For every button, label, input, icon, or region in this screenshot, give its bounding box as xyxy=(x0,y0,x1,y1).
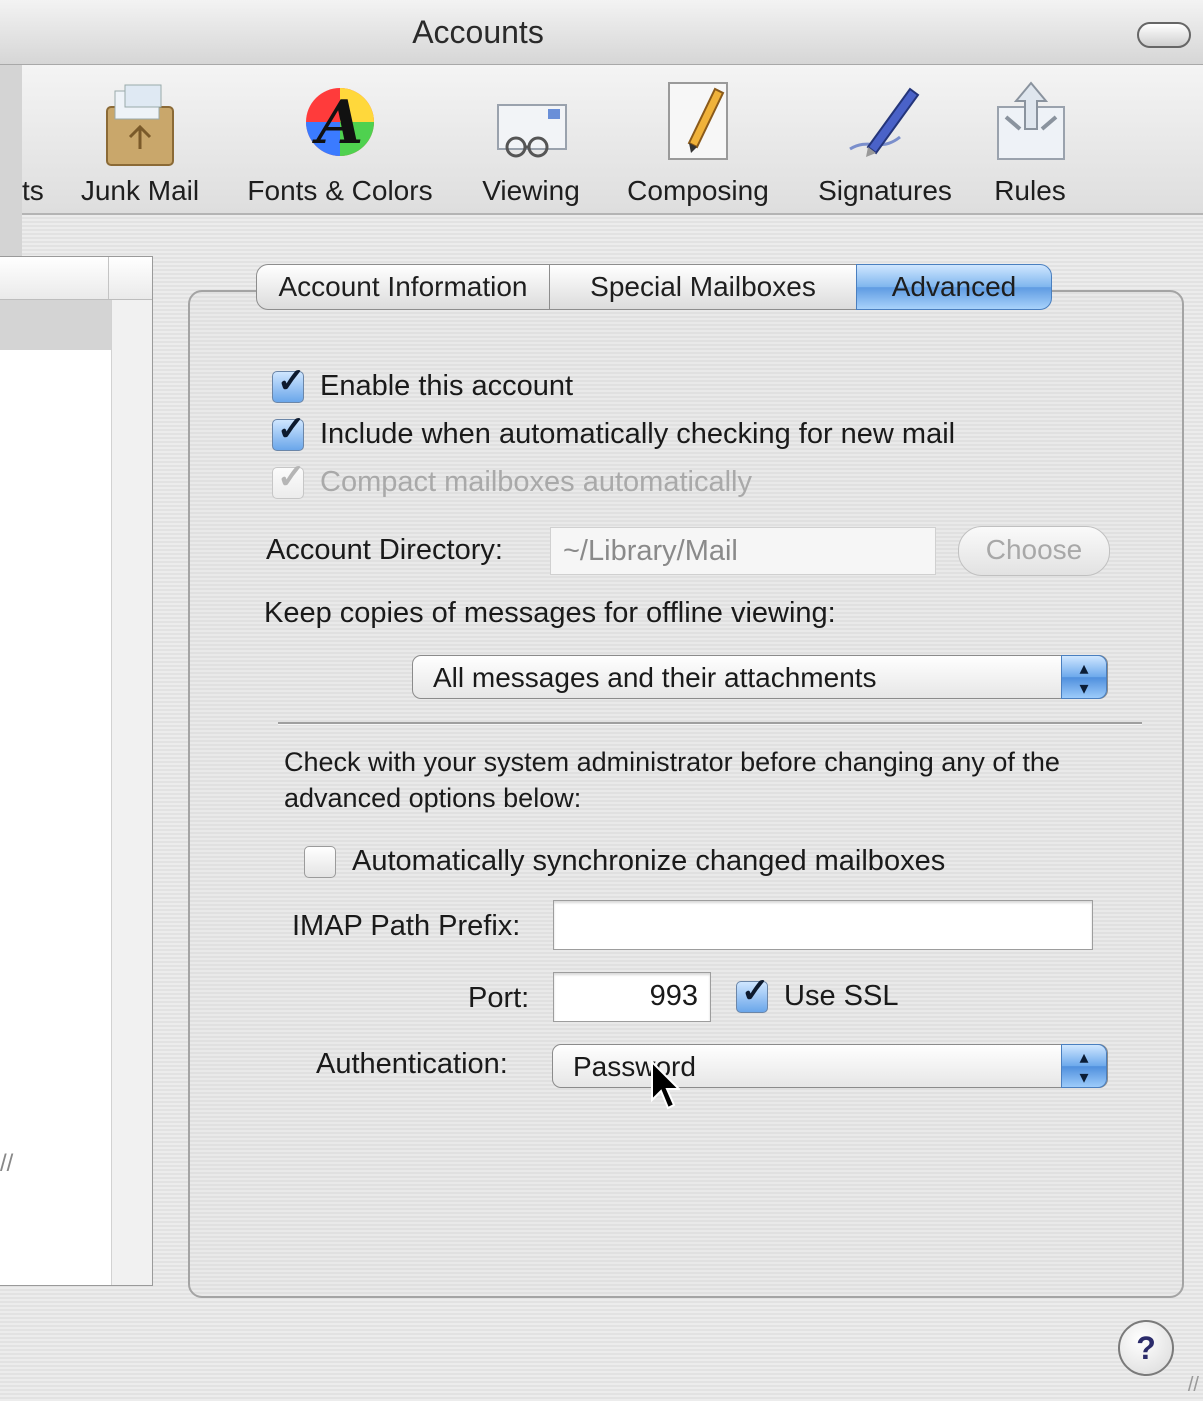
signatures-icon xyxy=(849,87,920,157)
authentication-label: Authentication: xyxy=(316,1048,508,1080)
toolbar-item-label: Composing xyxy=(627,175,769,206)
use-ssl-checkbox[interactable]: ✓ xyxy=(736,974,770,1013)
composing-icon xyxy=(668,82,728,160)
admin-warning-text: Check with your system administrator bef… xyxy=(284,747,1060,813)
port-label: Port: xyxy=(468,982,530,1014)
authentication-popup[interactable]: Password ▴ ▾ xyxy=(552,1044,1108,1088)
tab-special-mailboxes[interactable]: Special Mailboxes xyxy=(549,264,856,310)
keep-copies-popup[interactable]: All messages and their attachments ▴ ▾ xyxy=(412,655,1108,699)
svg-text:A: A xyxy=(312,88,364,158)
imap-prefix-field[interactable] xyxy=(553,900,1093,950)
toolbar-item-fonts-colors[interactable]: A Fonts & Colors xyxy=(232,77,448,207)
include-auto-check-label: Include when automatically checking for … xyxy=(320,418,956,450)
enable-account-checkbox[interactable]: ✓ xyxy=(272,364,306,403)
title-bar: Accounts xyxy=(0,0,1203,65)
account-directory-label: Account Directory: xyxy=(266,534,503,566)
toolbar-item-label: Fonts & Colors xyxy=(247,175,433,206)
compact-mailboxes-checkbox: ✓ xyxy=(272,460,306,499)
imap-prefix-label: IMAP Path Prefix: xyxy=(292,910,521,942)
compact-mailboxes-row: ✓ Compact mailboxes automatically xyxy=(272,460,752,499)
list-resize-handle[interactable]: // xyxy=(0,1150,13,1178)
accounts-list-scrollbar[interactable] xyxy=(111,300,152,1285)
auto-sync-row[interactable]: Automatically synchronize changed mailbo… xyxy=(304,845,945,878)
enable-account-row[interactable]: ✓ Enable this account xyxy=(272,364,574,403)
use-ssl-label: Use SSL xyxy=(784,980,899,1012)
toolbar-item-signatures[interactable]: Signatures xyxy=(804,77,966,207)
enable-account-label: Enable this account xyxy=(320,370,574,402)
toolbar-item-label: ts xyxy=(22,175,44,206)
include-auto-check-row[interactable]: ✓ Include when automatically checking fo… xyxy=(272,412,956,451)
toolbar-item-junk-mail[interactable]: Junk Mail xyxy=(70,77,210,207)
tab-advanced[interactable]: Advanced xyxy=(856,264,1052,310)
tab-account-information[interactable]: Account Information xyxy=(256,264,549,310)
account-directory-field[interactable]: ~/Library/Mail xyxy=(550,527,936,575)
keep-copies-label: Keep copies of messages for offline view… xyxy=(264,597,836,629)
accounts-list[interactable] xyxy=(0,256,153,1286)
viewing-icon xyxy=(497,104,567,158)
account-tabs: Account Information Special Mailboxes Ad… xyxy=(256,264,1052,310)
junk-mail-icon xyxy=(106,84,174,166)
fonts-colors-icon: A xyxy=(306,88,374,158)
column-separator xyxy=(108,257,109,299)
compact-mailboxes-label: Compact mailboxes automatically xyxy=(320,466,752,498)
popup-arrows-icon: ▴ ▾ xyxy=(1061,1044,1107,1088)
toolbar-item-viewing[interactable]: Viewing xyxy=(470,77,592,207)
preferences-toolbar: ts Junk Mail A Fonts & Colors Viewing Co… xyxy=(0,65,1203,215)
toolbar-item-composing[interactable]: Composing xyxy=(612,77,784,207)
toolbar-item-label: Junk Mail xyxy=(80,175,200,206)
include-auto-check-checkbox[interactable]: ✓ xyxy=(272,412,306,451)
keep-copies-value: All messages and their attachments xyxy=(433,662,877,693)
auto-sync-checkbox[interactable] xyxy=(304,845,336,878)
window-title: Accounts xyxy=(412,14,544,50)
toolbar-item-label: Rules xyxy=(994,175,1066,206)
section-divider xyxy=(278,722,1142,725)
port-field[interactable]: 993 xyxy=(553,972,711,1022)
use-ssl-row[interactable]: ✓ Use SSL xyxy=(736,974,899,1013)
toolbar-item-label: Signatures xyxy=(818,175,952,206)
popup-arrows-icon: ▴ ▾ xyxy=(1061,655,1107,699)
toolbar-item-rules[interactable]: Rules xyxy=(986,77,1074,207)
choose-button[interactable]: Choose xyxy=(958,526,1110,576)
accounts-list-header xyxy=(0,257,152,300)
toolbar-item-label: Viewing xyxy=(482,175,580,206)
toolbar-toggle-button[interactable] xyxy=(1137,22,1191,48)
window-resize-grip[interactable]: // xyxy=(1188,1374,1199,1397)
rules-icon xyxy=(997,81,1065,160)
auto-sync-label: Automatically synchronize changed mailbo… xyxy=(352,845,946,877)
mouse-cursor-icon xyxy=(651,1060,680,1110)
help-button[interactable]: ? xyxy=(1118,1320,1174,1376)
